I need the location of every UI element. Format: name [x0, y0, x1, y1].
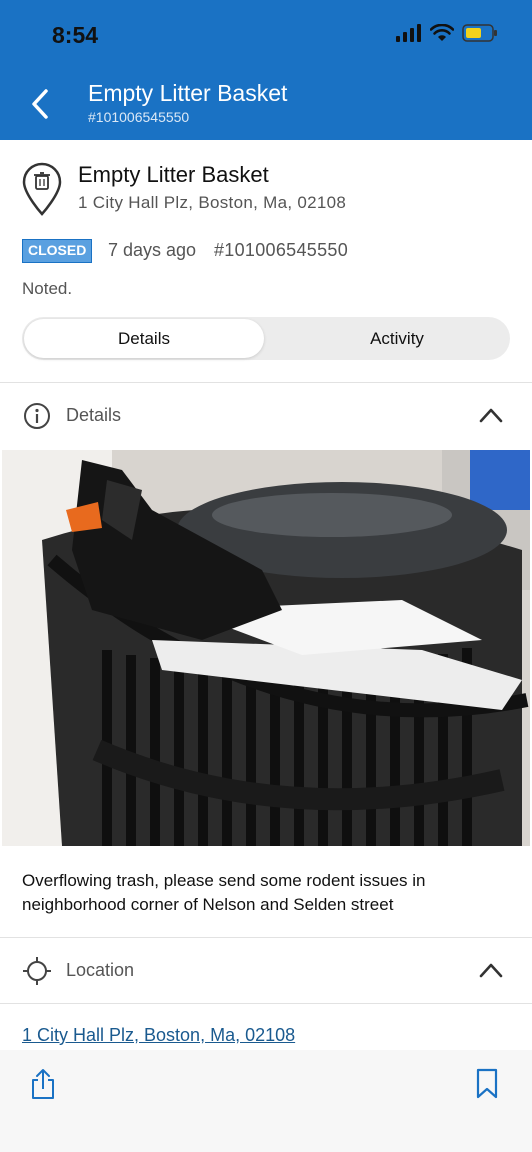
resolution-note: Noted. — [22, 279, 73, 298]
app-header: 8:54 Empty Litter Basket #101006545550 — [0, 0, 532, 140]
request-photo — [2, 450, 530, 846]
signal-icon — [396, 24, 421, 42]
request-summary: Empty Litter Basket 1 City Hall Plz, Bos… — [0, 140, 532, 382]
case-id: #101006545550 — [214, 240, 349, 260]
chevron-up-icon[interactable] — [478, 405, 504, 425]
chevron-left-icon — [32, 89, 48, 119]
bookmark-button[interactable] — [470, 1066, 504, 1102]
tab-details[interactable]: Details — [24, 319, 264, 358]
request-description: Overflowing trash, please send some rode… — [22, 871, 426, 914]
page-subtitle: #101006545550 — [88, 109, 190, 125]
status-time: 8:54 — [52, 22, 99, 48]
location-section-header[interactable]: Location — [0, 938, 532, 1004]
share-button[interactable] — [26, 1066, 60, 1102]
back-button[interactable] — [20, 82, 60, 126]
system-icons — [396, 24, 498, 42]
nav-bar: Empty Litter Basket #101006545550 — [0, 78, 532, 130]
request-age: 7 days ago — [108, 240, 197, 260]
trash-pin-icon — [22, 162, 62, 216]
request-title: Empty Litter Basket — [78, 162, 269, 187]
details-section-label: Details — [66, 405, 122, 425]
info-icon — [24, 403, 50, 429]
location-section-label: Location — [66, 960, 135, 980]
bookmark-icon — [476, 1068, 498, 1099]
page-title: Empty Litter Basket — [88, 80, 288, 106]
share-icon — [32, 1069, 54, 1099]
battery-icon — [462, 24, 497, 42]
status-bar: 8:54 — [0, 0, 532, 70]
request-address: 1 City Hall Plz, Boston, Ma, 02108 — [78, 193, 347, 212]
location-address-link[interactable]: 1 City Hall Plz, Boston, Ma, 02108 — [22, 1025, 295, 1046]
tab-activity[interactable]: Activity — [287, 319, 507, 358]
wifi-icon — [430, 24, 454, 41]
crosshair-icon — [23, 957, 51, 985]
trash-can-photo — [2, 450, 530, 846]
status-badge: CLOSED — [22, 239, 93, 263]
bottom-toolbar — [0, 1050, 532, 1152]
segmented-control: Details Activity — [22, 317, 510, 360]
details-section-header[interactable]: Details — [0, 383, 532, 449]
chevron-up-icon[interactable] — [478, 960, 504, 980]
divider — [0, 1003, 532, 1004]
